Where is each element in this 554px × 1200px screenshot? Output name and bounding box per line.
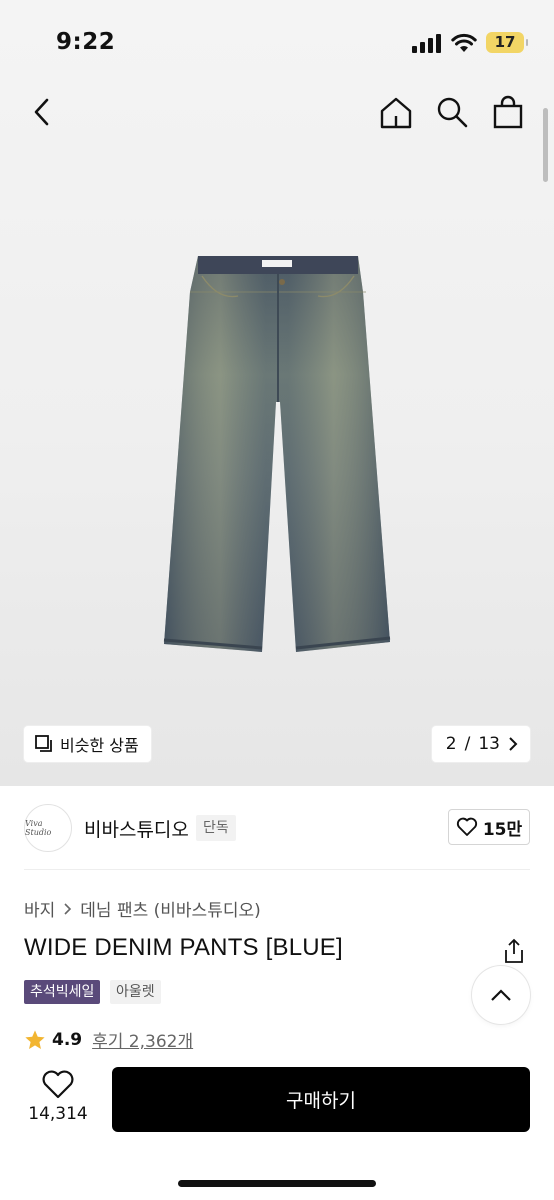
battery-indicator: 17 — [486, 32, 528, 53]
similar-products-button[interactable]: 비슷한 상품 — [24, 726, 151, 762]
page-separator: / — [464, 734, 471, 754]
back-icon[interactable] — [28, 96, 58, 128]
breadcrumb-subcategory[interactable]: 데님 팬츠 (비바스튜디오) — [80, 896, 260, 921]
scroll-to-top-button[interactable] — [472, 966, 530, 1024]
current-image-number: 2 — [445, 734, 457, 754]
search-icon[interactable] — [434, 94, 470, 130]
signal-icon — [412, 33, 441, 53]
breadcrumb: 바지 데님 팬츠 (비바스튜디오) — [24, 896, 261, 921]
scroll-indicator — [543, 108, 548, 182]
brand-logo[interactable]: Viva Studio — [24, 804, 72, 852]
share-icon[interactable] — [502, 938, 526, 964]
brand-like-button[interactable]: 15만 — [448, 809, 530, 845]
status-icons: 17 — [412, 32, 528, 53]
buy-button-label: 구매하기 — [286, 1090, 356, 1112]
brand-logo-text: Viva Studio — [25, 819, 52, 837]
chevron-up-icon — [491, 989, 511, 1001]
top-nav-actions — [378, 94, 526, 130]
wishlist-heart-icon[interactable] — [40, 1070, 76, 1100]
breadcrumb-category[interactable]: 바지 — [24, 896, 55, 921]
brand-name[interactable]: 비바스튜디오 — [84, 815, 189, 842]
sale-tag: 추석빅세일 — [24, 980, 101, 1004]
chevron-right-icon — [509, 737, 518, 751]
status-time: 9:22 — [56, 29, 116, 55]
review-link[interactable]: 후기 2,362개 — [92, 1027, 193, 1052]
rating-score: 4.9 — [52, 1029, 83, 1050]
wishlist-count: 14,314 — [28, 1104, 88, 1124]
image-page-counter[interactable]: 2 / 13 — [431, 726, 530, 762]
shopping-bag-icon[interactable] — [490, 94, 526, 130]
similar-items-icon — [35, 735, 52, 752]
home-indicator — [178, 1180, 376, 1187]
buy-button[interactable]: 구매하기 — [112, 1067, 530, 1132]
outlet-tag: 아울렛 — [110, 980, 161, 1004]
product-title: WIDE DENIM PANTS [BLUE] — [24, 934, 343, 961]
rating-row: 4.9 후기 2,362개 — [24, 1027, 193, 1052]
exclusive-badge: 단독 — [196, 815, 236, 841]
total-image-count: 13 — [478, 734, 500, 754]
wifi-icon — [451, 33, 477, 52]
jeans-product-image[interactable] — [158, 252, 398, 658]
similar-products-label: 비슷한 상품 — [60, 736, 139, 755]
brand-like-count: 15만 — [482, 819, 523, 840]
chevron-right-icon — [64, 902, 72, 915]
heart-icon — [456, 817, 477, 836]
divider — [24, 869, 530, 870]
home-icon[interactable] — [378, 94, 414, 130]
star-icon — [25, 1029, 45, 1049]
